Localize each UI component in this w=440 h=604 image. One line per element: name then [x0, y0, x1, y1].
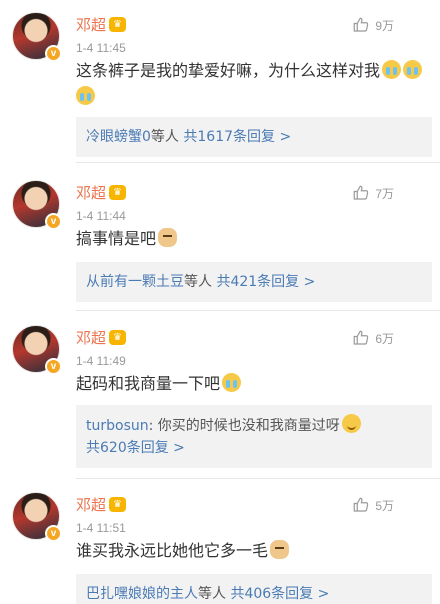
vip-crown-icon: ♛: [109, 330, 127, 345]
username-text: 邓超: [76, 496, 107, 514]
reply-user-link[interactable]: 从前有一颗土豆: [86, 274, 184, 290]
reply-user-link[interactable]: 巴扎嘿娘娘的主人: [86, 586, 198, 602]
username[interactable]: 邓超 ♛: [76, 327, 127, 348]
reply-preview: turbosun: 你买的时候也没和我商量过呀: [86, 414, 422, 437]
crying-emoji-icon: [76, 86, 95, 105]
reply-summary[interactable]: 从前有一颗土豆等人 共421条回复 >: [76, 262, 432, 302]
vip-crown-icon: ♛: [109, 17, 127, 32]
reply-count-link[interactable]: 共620条回复 >: [86, 440, 185, 456]
comment-text: 这条裤子是我的挚爱好嘛，为什么这样对我: [76, 58, 426, 110]
like-button[interactable]: 9万: [352, 16, 394, 34]
comment-body: 起码和我商量一下吧: [76, 374, 221, 393]
reply-count-link[interactable]: 共406条回复 >: [230, 586, 329, 602]
verified-icon: v: [45, 525, 62, 542]
reply-suffix: 等人: [198, 586, 226, 602]
comment-body: 谁买我永远比她他它多一毛: [76, 541, 269, 560]
reply-count-link[interactable]: 共421条回复 >: [216, 274, 315, 290]
username-text: 邓超: [76, 329, 107, 347]
like-count: 5万: [375, 498, 394, 513]
comment-time: 1-4 11:44: [76, 209, 126, 223]
username[interactable]: 邓超 ♛: [76, 494, 127, 515]
comment-item: v 邓超 ♛ 1-4 11:45 9万 这条裤子是我的挚爱好嘛，为什么这样对我 …: [0, 12, 440, 162]
comment-text: 起码和我商量一下吧: [76, 371, 426, 397]
comment-text: 搞事情是吧: [76, 226, 426, 252]
verified-icon: v: [45, 213, 62, 230]
comment-body: 这条裤子是我的挚爱好嘛，为什么这样对我: [76, 61, 381, 80]
reply-suffix: 等人: [184, 274, 212, 290]
avatar[interactable]: v: [12, 492, 62, 542]
reply-user-link[interactable]: 冷眼螃蟹0: [86, 129, 151, 145]
doge-emoji-icon: [270, 540, 290, 559]
reply-user-link[interactable]: turbosun: [86, 418, 149, 434]
thumbs-up-icon: [353, 330, 369, 345]
comment-body: 搞事情是吧: [76, 229, 157, 248]
like-button[interactable]: 7万: [352, 184, 394, 202]
thumbs-up-icon: [353, 185, 369, 200]
thumbs-up-icon: [353, 497, 369, 512]
like-button[interactable]: 6万: [352, 329, 394, 347]
reply-suffix: 等人: [150, 129, 179, 145]
smile-emoji-icon: [341, 414, 361, 433]
comment-item: v 邓超 ♛ 1-4 11:49 6万 起码和我商量一下吧 turbosun: …: [0, 325, 440, 475]
crying-emoji-icon: [382, 60, 402, 79]
comment-time: 1-4 11:51: [76, 521, 126, 535]
like-count: 9万: [375, 18, 394, 33]
reply-summary[interactable]: 巴扎嘿娘娘的主人等人 共406条回复 >: [76, 574, 432, 604]
crying-emoji-icon: [403, 60, 423, 79]
reply-count-link[interactable]: 共1617条回复 >: [183, 129, 291, 145]
like-count: 6万: [375, 331, 394, 346]
username-text: 邓超: [76, 184, 107, 202]
vip-crown-icon: ♛: [109, 185, 127, 200]
divider: [76, 310, 440, 311]
username[interactable]: 邓超 ♛: [76, 182, 127, 203]
doge-emoji-icon: [158, 228, 178, 247]
comment-item: v 邓超 ♛ 1-4 11:51 5万 谁买我永远比她他它多一毛 巴扎嘿娘娘的主…: [0, 492, 440, 604]
verified-icon: v: [45, 358, 62, 375]
like-button[interactable]: 5万: [352, 496, 394, 514]
comment-item: v 邓超 ♛ 1-4 11:44 7万 搞事情是吧 从前有一颗土豆等人 共421…: [0, 180, 440, 310]
thumbs-up-icon: [353, 17, 369, 32]
crying-emoji-icon: [222, 373, 242, 392]
vip-crown-icon: ♛: [109, 497, 127, 512]
reply-message: : 你买的时候也没和我商量过呀: [148, 418, 340, 434]
comment-time: 1-4 11:45: [76, 41, 126, 55]
like-count: 7万: [375, 186, 394, 201]
divider: [76, 162, 440, 163]
reply-summary[interactable]: turbosun: 你买的时候也没和我商量过呀 共620条回复 >: [76, 405, 432, 468]
avatar[interactable]: v: [12, 180, 62, 230]
comment-time: 1-4 11:49: [76, 354, 126, 368]
username[interactable]: 邓超 ♛: [76, 14, 127, 35]
verified-icon: v: [45, 45, 62, 62]
username-text: 邓超: [76, 16, 107, 34]
comment-text: 谁买我永远比她他它多一毛: [76, 538, 426, 564]
avatar[interactable]: v: [12, 12, 62, 62]
reply-summary[interactable]: 冷眼螃蟹0等人 共1617条回复 >: [76, 117, 432, 157]
avatar[interactable]: v: [12, 325, 62, 375]
divider: [76, 478, 440, 479]
